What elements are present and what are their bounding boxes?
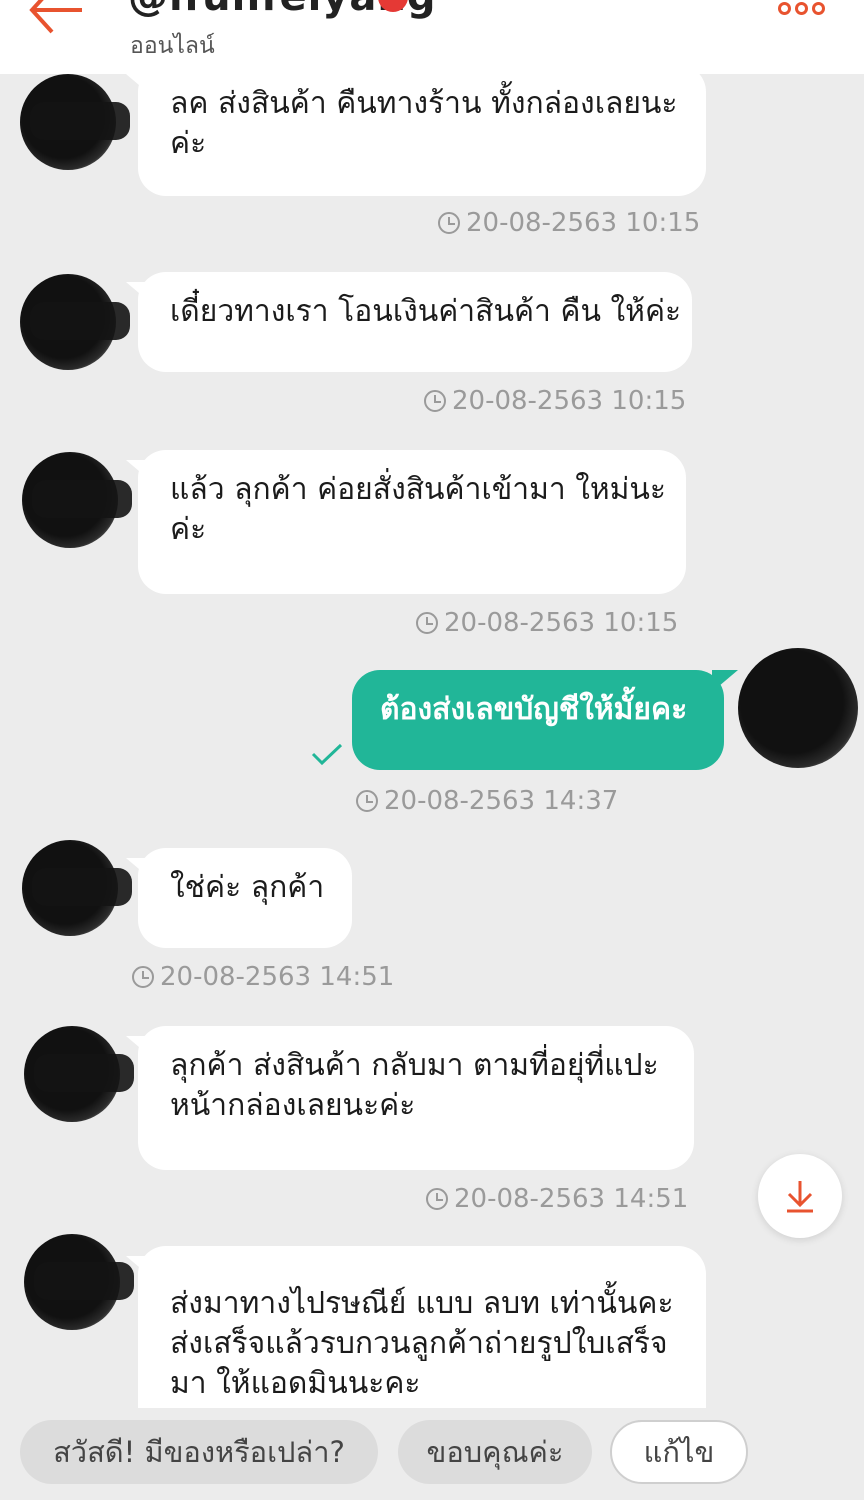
message-bubble[interactable]: ส่งมาทางไปรษณีย์ แบบ ลบท เท่านั้นคะ ส่งเ…: [126, 1246, 706, 1408]
read-check-icon: [311, 743, 343, 766]
chat-header: @ifunfeiyang ออนไลน์: [0, 0, 864, 74]
shop-avatar[interactable]: [22, 840, 132, 936]
message-timestamp: 20-08-2563 10:15: [424, 386, 686, 416]
online-status: ออนไลน์: [130, 33, 215, 59]
message-text: แล้ว ลุกค้า ค่อยสั่งสินค้าเข้ามา ใหม่นะ: [170, 472, 667, 507]
back-arrow-icon[interactable]: [28, 0, 88, 36]
more-options-icon[interactable]: [778, 0, 838, 20]
message-timestamp: 20-08-2563 10:15: [416, 608, 678, 638]
message-text: ค่ะ: [170, 126, 207, 161]
message-timestamp: 20-08-2563 14:37: [356, 786, 618, 816]
scroll-to-bottom-button[interactable]: [758, 1154, 842, 1238]
message-text: เดี๋ยวทางเรา โอนเงินค่าสินค้า คืน ให้ค่ะ: [170, 294, 682, 329]
message-bubble[interactable]: ลุกค้า ส่งสินค้า กลับมา ตามที่อยุ่ที่แปะ…: [126, 1026, 694, 1170]
message-text: หน้ากล่องเลยนะค่ะ: [170, 1088, 416, 1123]
edit-quick-replies-button[interactable]: แก้ไข: [610, 1420, 748, 1484]
shop-avatar[interactable]: [24, 1026, 134, 1122]
clock-icon: [424, 390, 446, 412]
clock-icon: [416, 612, 438, 634]
shop-avatar[interactable]: [24, 1234, 134, 1330]
clock-icon: [426, 1188, 448, 1210]
message-timestamp: 20-08-2563 14:51: [426, 1184, 688, 1214]
message-text: ต้องส่งเลขบัญชีให้มั้ยคะ: [380, 692, 688, 727]
message-timestamp: 20-08-2563 10:15: [438, 208, 700, 238]
clock-icon: [438, 212, 460, 234]
message-timestamp: 20-08-2563 14:51: [132, 962, 394, 992]
quick-reply-chip[interactable]: ขอบคุณค่ะ: [398, 1420, 592, 1484]
quick-reply-bar: สวัสดี! มีของหรือเปล่า? ขอบคุณค่ะ แก้ไข: [0, 1408, 864, 1500]
my-message-bubble[interactable]: ต้องส่งเลขบัญชีให้มั้ยคะ: [352, 670, 738, 770]
message-text: มา ให้แอดมินนะคะ: [170, 1366, 421, 1401]
message-bubble[interactable]: แล้ว ลุกค้า ค่อยสั่งสินค้าเข้ามา ใหม่นะ …: [126, 450, 686, 594]
shop-avatar[interactable]: [22, 452, 132, 548]
clock-icon: [356, 790, 378, 812]
message-bubble[interactable]: ลค ส่งสินค้า คืนทางร้าน ทั้งกล่องเลยนะ ค…: [126, 74, 706, 196]
quick-reply-chip[interactable]: สวัสดี! มีของหรือเปล่า?: [20, 1420, 378, 1484]
shop-avatar[interactable]: [20, 74, 130, 170]
shop-avatar[interactable]: [20, 274, 130, 370]
clock-icon: [132, 966, 154, 988]
message-text: ส่งมาทางไปรษณีย์ แบบ ลบท เท่านั้นคะ: [170, 1286, 674, 1321]
message-text: ลุกค้า ส่งสินค้า กลับมา ตามที่อยุ่ที่แปะ: [170, 1048, 659, 1083]
message-text: ใช่ค่ะ ลุกค้า: [170, 870, 325, 905]
message-bubble[interactable]: ใช่ค่ะ ลุกค้า: [126, 848, 352, 948]
my-avatar[interactable]: [738, 648, 858, 768]
message-text: ลค ส่งสินค้า คืนทางร้าน ทั้งกล่องเลยนะ: [170, 86, 678, 121]
message-text: ค่ะ: [170, 512, 207, 547]
message-text: ส่งเสร็จแล้วรบกวนลูกค้าถ่ายรูปใบเสร็จ: [170, 1326, 668, 1361]
message-bubble[interactable]: เดี๋ยวทางเรา โอนเงินค่าสินค้า คืน ให้ค่ะ: [126, 272, 692, 372]
message-list[interactable]: ลค ส่งสินค้า คืนทางร้าน ทั้งกล่องเลยนะ ค…: [0, 74, 864, 1408]
download-arrow-icon: [787, 1181, 813, 1213]
